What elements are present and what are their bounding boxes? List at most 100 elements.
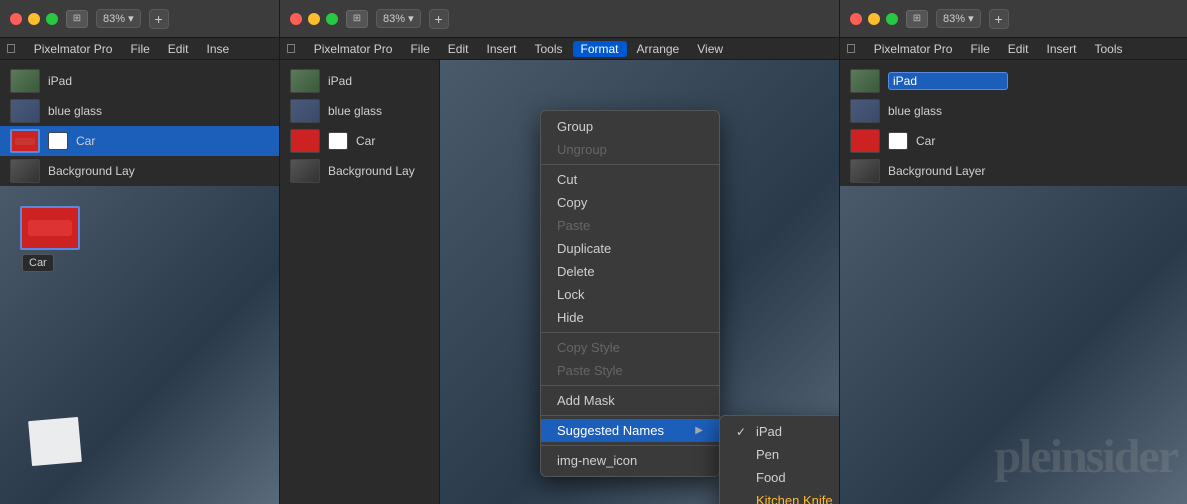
ctx-img-new-icon[interactable]: img-new_icon bbox=[541, 449, 719, 472]
ctx-sub-food[interactable]: Food bbox=[720, 466, 839, 489]
ctx-ungroup: Ungroup bbox=[541, 138, 719, 161]
right-fullscreen-button[interactable] bbox=[886, 13, 898, 25]
mid-layer-blueglass[interactable]: blue glass bbox=[280, 96, 439, 126]
left-fullscreen-button[interactable] bbox=[46, 13, 58, 25]
right-apple-logo:  bbox=[846, 41, 856, 56]
ctx-sub-food-label: Food bbox=[756, 470, 786, 485]
mid-menu-arrange[interactable]: Arrange bbox=[629, 41, 688, 57]
right-panel: ⊞ 83% ▾ +  Pixelmator Pro File Edit Ins… bbox=[840, 0, 1187, 504]
ctx-group[interactable]: Group bbox=[541, 115, 719, 138]
mid-titlebar: ⊞ 83% ▾ + bbox=[280, 0, 839, 38]
right-layer-ipad[interactable] bbox=[840, 66, 1187, 96]
ctx-sep-5 bbox=[541, 445, 719, 446]
right-layer-car-name: Car bbox=[916, 134, 935, 148]
mid-layer-ipad-thumb bbox=[290, 69, 320, 93]
mid-menu-tools[interactable]: Tools bbox=[527, 41, 571, 57]
right-layer-bg[interactable]: Background Layer bbox=[840, 156, 1187, 186]
mid-layer-bg-name: Background Lay bbox=[328, 164, 415, 178]
mid-content-area: iPad blue glass Car bbox=[280, 60, 839, 504]
right-minimize-button[interactable] bbox=[868, 13, 880, 25]
left-layer-blueglass[interactable]: blue glass bbox=[0, 96, 279, 126]
ctx-sub-ipad[interactable]: iPad bbox=[720, 420, 839, 443]
left-layer-car-name: Car bbox=[76, 134, 95, 148]
left-panel: ⊞ 83% ▾ +  Pixelmator Pro File Edit Ins… bbox=[0, 0, 280, 504]
right-titlebar: ⊞ 83% ▾ + bbox=[840, 0, 1187, 38]
right-layer-ipad-input[interactable] bbox=[888, 72, 1008, 90]
right-layer-blueglass[interactable]: blue glass bbox=[840, 96, 1187, 126]
right-add-button[interactable]: + bbox=[989, 9, 1009, 29]
mid-layer-bg[interactable]: Background Lay bbox=[280, 156, 439, 186]
right-menu-file[interactable]: File bbox=[962, 41, 997, 57]
right-menu-insert[interactable]: Insert bbox=[1038, 41, 1084, 57]
mid-menu-format[interactable]: Format bbox=[573, 41, 627, 57]
mid-close-button[interactable] bbox=[290, 13, 302, 25]
left-car-tooltip: Car bbox=[22, 254, 54, 272]
left-layer-bg-name: Background Lay bbox=[48, 164, 135, 178]
ctx-delete[interactable]: Delete bbox=[541, 260, 719, 283]
right-layer-bg-thumb bbox=[850, 159, 880, 183]
ctx-copy[interactable]: Copy bbox=[541, 191, 719, 214]
left-layer-ipad-thumb bbox=[10, 69, 40, 93]
right-layer-car-thumb1 bbox=[850, 129, 880, 153]
mid-layer-car[interactable]: Car bbox=[280, 126, 439, 156]
mid-zoom-control[interactable]: 83% ▾ bbox=[376, 9, 421, 28]
mid-menu-insert[interactable]: Insert bbox=[478, 41, 524, 57]
mid-view-icon[interactable]: ⊞ bbox=[346, 10, 368, 28]
mid-layers-list: iPad blue glass Car bbox=[280, 60, 439, 186]
ctx-paste: Paste bbox=[541, 214, 719, 237]
mid-canvas: Group Ungroup Cut Copy Paste Duplicate D… bbox=[440, 60, 839, 504]
mid-menu-pixelmator[interactable]: Pixelmator Pro bbox=[306, 41, 401, 57]
left-menu-inse[interactable]: Inse bbox=[198, 41, 237, 57]
mid-menu-edit[interactable]: Edit bbox=[440, 41, 477, 57]
right-traffic-lights bbox=[850, 13, 898, 25]
right-menu-tools[interactable]: Tools bbox=[1087, 41, 1131, 57]
left-close-button[interactable] bbox=[10, 13, 22, 25]
left-layer-bg[interactable]: Background Lay bbox=[0, 156, 279, 186]
left-zoom-control[interactable]: 83% ▾ bbox=[96, 9, 141, 28]
mid-add-button[interactable]: + bbox=[429, 9, 449, 29]
right-view-icon[interactable]: ⊞ bbox=[906, 10, 928, 28]
mid-minimize-button[interactable] bbox=[308, 13, 320, 25]
right-menu-edit[interactable]: Edit bbox=[1000, 41, 1037, 57]
left-layer-ipad[interactable]: iPad bbox=[0, 66, 279, 96]
left-add-button[interactable]: + bbox=[149, 9, 169, 29]
ctx-sub-pen[interactable]: Pen bbox=[720, 443, 839, 466]
right-zoom-control[interactable]: 83% ▾ bbox=[936, 9, 981, 28]
right-layer-car[interactable]: Car bbox=[840, 126, 1187, 156]
ctx-suggested-names[interactable]: Suggested Names ▶ iPad Pen Food bbox=[541, 419, 719, 442]
right-close-button[interactable] bbox=[850, 13, 862, 25]
left-minimize-button[interactable] bbox=[28, 13, 40, 25]
right-menu-pixelmator[interactable]: Pixelmator Pro bbox=[866, 41, 961, 57]
right-layer-car-thumb2 bbox=[888, 132, 908, 150]
ctx-submenu: iPad Pen Food Kitchen Knife Office Suppl bbox=[719, 415, 839, 504]
right-layers-panel: blue glass Car Background Layer bbox=[840, 60, 1187, 186]
right-layer-blueglass-name: blue glass bbox=[888, 104, 942, 118]
left-titlebar: ⊞ 83% ▾ + bbox=[0, 0, 279, 38]
ctx-lock[interactable]: Lock bbox=[541, 283, 719, 306]
left-layer-car-thumbs bbox=[48, 132, 68, 150]
left-menu-edit[interactable]: Edit bbox=[160, 41, 197, 57]
ctx-sub-kitchen-knife[interactable]: Kitchen Knife bbox=[720, 489, 839, 504]
ctx-cut[interactable]: Cut bbox=[541, 168, 719, 191]
ctx-add-mask[interactable]: Add Mask bbox=[541, 389, 719, 412]
left-layer-bg-thumb bbox=[10, 159, 40, 183]
mid-panel: ⊞ 83% ▾ +  Pixelmator Pro File Edit Ins… bbox=[280, 0, 840, 504]
mid-menu-view[interactable]: View bbox=[689, 41, 731, 57]
ctx-hide[interactable]: Hide bbox=[541, 306, 719, 329]
mid-menu-file[interactable]: File bbox=[402, 41, 437, 57]
left-view-icon[interactable]: ⊞ bbox=[66, 10, 88, 28]
mid-layer-ipad[interactable]: iPad bbox=[280, 66, 439, 96]
left-layer-car-thumb bbox=[10, 129, 40, 153]
mid-fullscreen-button[interactable] bbox=[326, 13, 338, 25]
mid-layer-car-thumb1 bbox=[290, 129, 320, 153]
right-layer-bg-name: Background Layer bbox=[888, 164, 985, 178]
ctx-duplicate[interactable]: Duplicate bbox=[541, 237, 719, 260]
ctx-copy-style: Copy Style bbox=[541, 336, 719, 359]
left-car-canvas-selected[interactable] bbox=[20, 206, 80, 250]
left-menu-pixelmator[interactable]: Pixelmator Pro bbox=[26, 41, 121, 57]
left-layer-blueglass-thumb bbox=[10, 99, 40, 123]
left-layer-car[interactable]: Car bbox=[0, 126, 279, 156]
ctx-sep-2 bbox=[541, 332, 719, 333]
ctx-sub-kitchen-knife-label: Kitchen Knife bbox=[756, 493, 833, 504]
left-menu-file[interactable]: File bbox=[122, 41, 157, 57]
